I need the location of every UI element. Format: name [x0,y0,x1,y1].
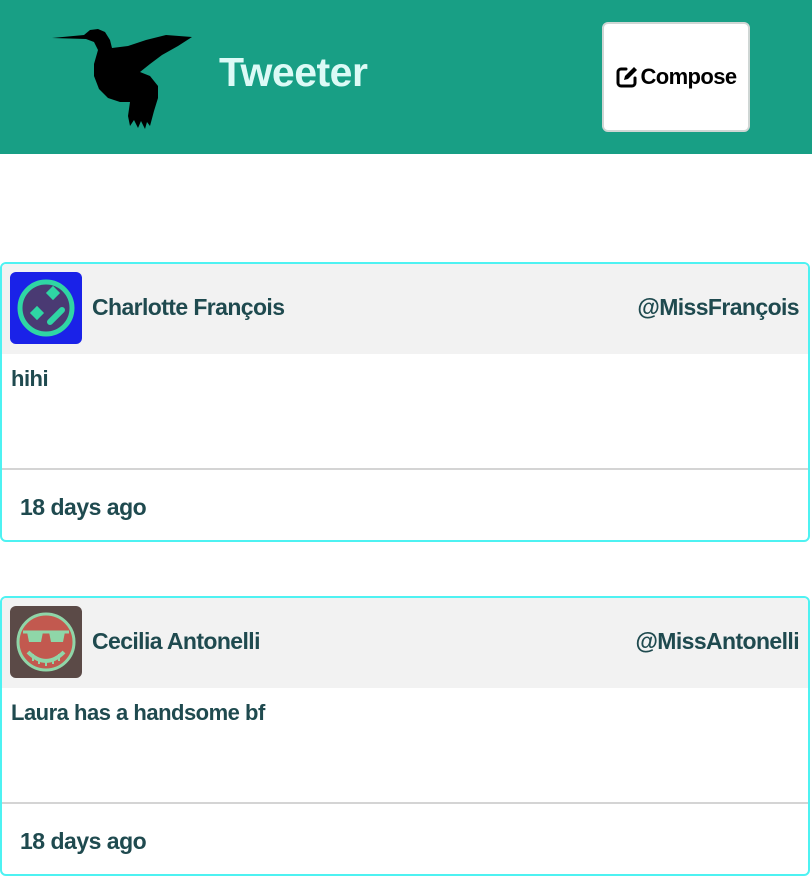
hummingbird-icon[interactable] [50,26,195,130]
tweet-header: Cecilia Antonelli @MissAntonelli [2,598,808,688]
tweet-card: Cecilia Antonelli @MissAntonelli Laura h… [0,596,810,876]
face-avatar-icon [10,272,82,344]
brand-title: Tweeter [219,49,368,95]
tweet-author-handle[interactable]: @MissFrançois [637,294,799,321]
tweet-content: hihi [11,366,49,391]
tweet-author-handle[interactable]: @MissAntonelli [635,628,799,655]
tweet-timestamp: 18 days ago [20,828,147,854]
sunglasses-smile-avatar-icon [10,606,82,678]
tweet-content: Laura has a handsome bf [11,700,265,725]
tweet-card: Charlotte François @MissFrançois hihi 18… [0,262,810,542]
tweet-author-name[interactable]: Charlotte François [92,294,285,321]
tweet-header: Charlotte François @MissFrançois [2,264,808,354]
tweet-footer: 18 days ago [2,802,808,874]
tweet-timestamp: 18 days ago [20,494,147,520]
edit-icon [616,67,638,88]
compose-button[interactable]: Compose [602,22,750,132]
tweet-footer: 18 days ago [2,468,808,540]
navbar: Tweeter Compose [0,0,812,154]
tweet-author-name[interactable]: Cecilia Antonelli [92,628,260,655]
compose-label: Compose [640,64,737,89]
